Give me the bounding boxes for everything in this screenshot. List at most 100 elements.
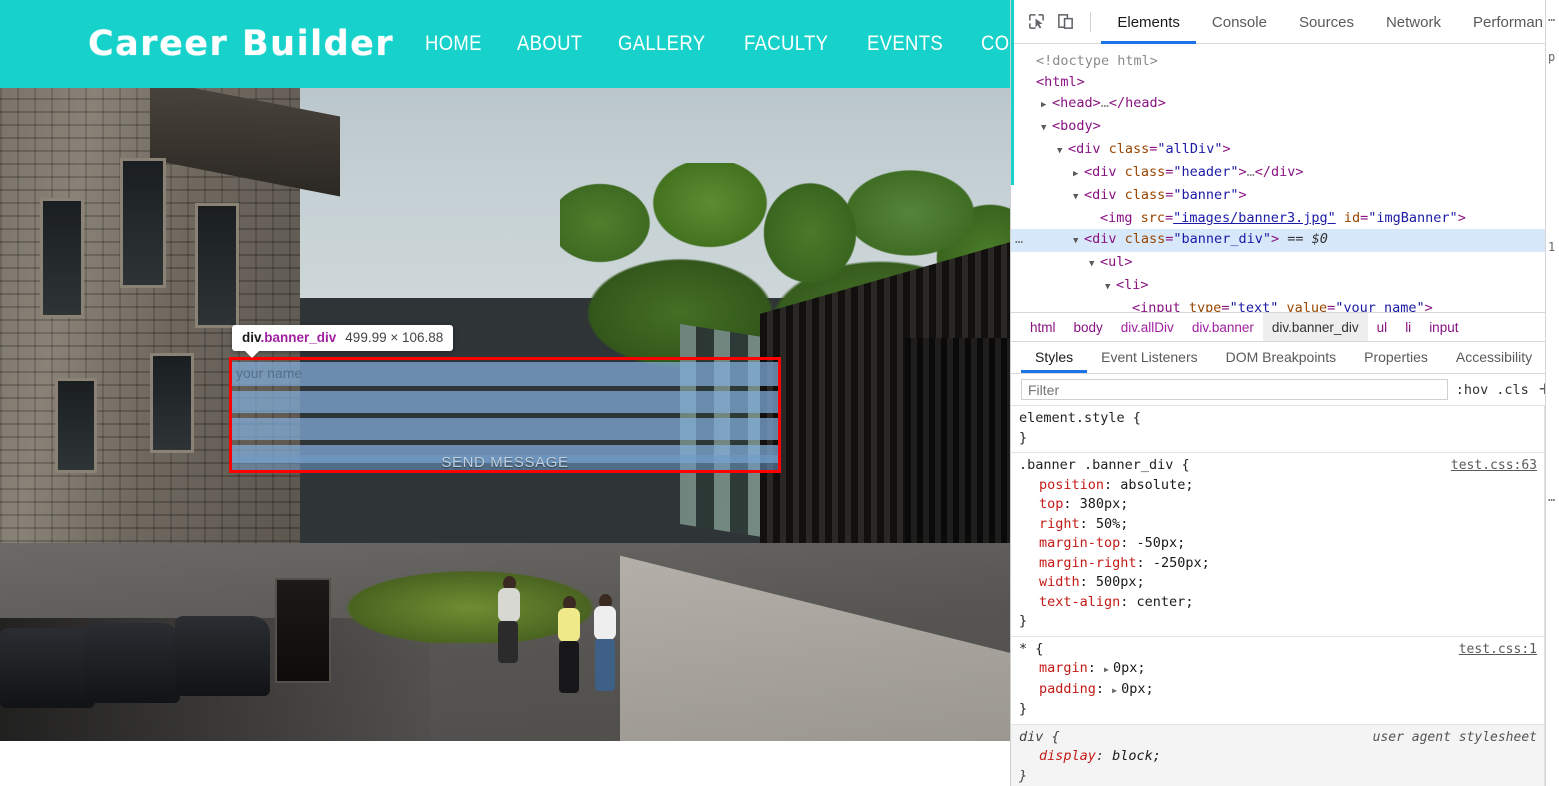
chevron-right-icon[interactable]: ▶ xyxy=(1073,164,1084,185)
css-property-value[interactable]: 50%; xyxy=(1096,516,1129,532)
field-3-overlay[interactable] xyxy=(232,418,778,440)
site-logo[interactable]: Career Builder xyxy=(88,24,394,64)
tab-properties[interactable]: Properties xyxy=(1350,342,1442,373)
dom-node-row[interactable]: ▼ <ul> xyxy=(1011,252,1559,275)
nav-item-gallery[interactable]: GALLERY xyxy=(618,32,705,56)
tab-sources[interactable]: Sources xyxy=(1283,1,1370,44)
breadcrumb-item[interactable]: html xyxy=(1021,313,1065,341)
css-property-name[interactable]: padding xyxy=(1039,681,1096,697)
chevron-down-icon[interactable]: ▼ xyxy=(1041,118,1052,139)
nav-item-contact[interactable]: CONTACT xyxy=(981,32,1010,56)
dom-tree[interactable]: <!doctype html> <html> ▶ <head>…</head> ▼ <bo… xyxy=(1011,44,1559,312)
css-rule-source-link[interactable]: test.css:63 xyxy=(1451,456,1537,476)
styles-rules-list: element.style {} test.css:63 .banner .bann… xyxy=(1011,406,1559,786)
tab-styles[interactable]: Styles xyxy=(1021,342,1087,373)
tab-network[interactable]: Network xyxy=(1370,1,1457,44)
name-input-overlay[interactable]: your name xyxy=(232,362,778,386)
css-rule[interactable]: test.css:1 * {margin: ▶ 0px; padding: ▶ 0px;… xyxy=(1011,637,1559,725)
css-rule[interactable]: user agent stylesheet div {display: block… xyxy=(1011,724,1559,786)
dom-node-row[interactable]: ▼ <body> xyxy=(1011,116,1559,139)
breadcrumb-item[interactable]: ul xyxy=(1368,313,1397,341)
css-property-name[interactable]: right xyxy=(1039,516,1080,532)
tab-elements[interactable]: Elements xyxy=(1101,1,1196,44)
dom-node-row[interactable]: <!doctype html> xyxy=(1011,51,1559,72)
css-property-name[interactable]: display xyxy=(1039,748,1096,764)
css-property-name[interactable]: width xyxy=(1039,574,1080,590)
css-property-value[interactable]: block; xyxy=(1112,748,1161,764)
css-selector[interactable]: element.style { xyxy=(1011,409,1559,429)
css-rule[interactable]: test.css:63 .banner .banner_div {position… xyxy=(1011,453,1559,637)
dom-node-row[interactable]: ▼ <div class="allDiv"> xyxy=(1011,139,1559,162)
css-declaration[interactable]: margin-top: -50px; xyxy=(1011,534,1559,554)
hover-state-button[interactable]: :hov xyxy=(1456,382,1489,398)
dom-node-row[interactable]: … ▼ <div class="banner_div"> == $0 xyxy=(1011,229,1559,252)
nav-item-about[interactable]: ABOUT xyxy=(517,32,582,56)
css-property-name[interactable]: text-align xyxy=(1039,594,1120,610)
css-property-value[interactable]: -50px; xyxy=(1137,535,1186,551)
highlighted-banner-div[interactable]: your name SEND MESSAGE xyxy=(229,357,781,473)
breadcrumb-item[interactable]: div.banner xyxy=(1183,313,1263,341)
class-editor-button[interactable]: .cls xyxy=(1496,382,1529,398)
css-declaration[interactable]: margin: ▶ 0px; xyxy=(1011,659,1559,680)
nav-item-faculty[interactable]: FACULTY xyxy=(744,32,828,56)
field-2-overlay[interactable] xyxy=(232,391,778,413)
dom-token: class xyxy=(1124,231,1166,247)
device-toolbar-icon[interactable] xyxy=(1054,9,1076,35)
css-rule-close-brace: } xyxy=(1019,701,1028,717)
css-property-value[interactable]: 0px; xyxy=(1113,660,1146,676)
dom-node-row[interactable]: ▶ <head>…</head> xyxy=(1011,93,1559,116)
tab-event-listeners[interactable]: Event Listeners xyxy=(1087,342,1212,373)
nav-item-events[interactable]: EVENTS xyxy=(867,32,943,56)
css-declaration[interactable]: right: 50%; xyxy=(1011,515,1559,535)
css-property-name[interactable]: top xyxy=(1039,496,1063,512)
styles-filter-input[interactable] xyxy=(1021,379,1448,400)
chevron-down-icon[interactable]: ▼ xyxy=(1089,254,1100,275)
tab-console[interactable]: Console xyxy=(1196,1,1283,44)
breadcrumb-item[interactable]: div.banner_div xyxy=(1262,313,1368,341)
css-declaration[interactable]: top: 380px; xyxy=(1011,495,1559,515)
css-property-name[interactable]: margin-right xyxy=(1039,555,1137,571)
tab-accessibility[interactable]: Accessibility xyxy=(1442,342,1546,373)
nav-item-home[interactable]: HOME xyxy=(425,32,482,56)
chevron-down-icon[interactable]: ▼ xyxy=(1057,141,1068,162)
css-declaration[interactable]: position: absolute; xyxy=(1011,476,1559,496)
dom-node-row[interactable]: <html> xyxy=(1011,72,1559,93)
chevron-down-icon[interactable]: ▼ xyxy=(1105,277,1116,298)
css-declaration[interactable]: padding: ▶ 0px; xyxy=(1011,680,1559,701)
chevron-right-icon[interactable]: ▶ xyxy=(1041,95,1052,116)
chevron-down-icon[interactable]: ▼ xyxy=(1073,187,1084,208)
inspect-element-icon[interactable] xyxy=(1025,9,1047,35)
css-property-value[interactable]: -250px; xyxy=(1153,555,1210,571)
tab-performance[interactable]: Performan xyxy=(1457,1,1559,44)
breadcrumb-item[interactable]: div.allDiv xyxy=(1112,313,1183,341)
chevron-down-icon[interactable]: ▼ xyxy=(1073,231,1084,252)
dom-node-row[interactable]: ▼ <li> xyxy=(1011,275,1559,298)
dom-node-row[interactable]: <img src="images/banner3.jpg" id="imgBan… xyxy=(1011,208,1559,229)
expand-shorthand-icon[interactable]: ▶ xyxy=(1112,681,1121,701)
css-property-value[interactable]: 380px; xyxy=(1080,496,1129,512)
expand-shorthand-icon[interactable]: ▶ xyxy=(1104,660,1113,680)
css-property-value[interactable]: 500px; xyxy=(1096,574,1145,590)
tab-dom-breakpoints[interactable]: DOM Breakpoints xyxy=(1212,342,1350,373)
dom-node-row[interactable]: ▶ <div class="header">…</div> xyxy=(1011,162,1559,185)
css-property-name[interactable]: margin xyxy=(1039,660,1088,676)
css-declaration[interactable]: width: 500px; xyxy=(1011,573,1559,593)
css-property-value[interactable]: 0px; xyxy=(1121,681,1154,697)
breadcrumb-item[interactable]: li xyxy=(1396,313,1420,341)
dom-node-row[interactable]: <input type="text" value="your name"> xyxy=(1011,298,1559,312)
dom-node-row[interactable]: ▼ <div class="banner"> xyxy=(1011,185,1559,208)
send-message-label[interactable]: SEND MESSAGE xyxy=(232,455,778,470)
css-rule[interactable]: element.style {} xyxy=(1011,406,1559,453)
css-rule-source-link[interactable]: test.css:1 xyxy=(1459,640,1537,660)
css-property-name[interactable]: position xyxy=(1039,477,1104,493)
css-declaration[interactable]: display: block; xyxy=(1011,747,1559,767)
css-property-name[interactable]: margin-top xyxy=(1039,535,1120,551)
breadcrumb-item[interactable]: body xyxy=(1065,313,1112,341)
css-property-value[interactable]: center; xyxy=(1137,594,1194,610)
css-declaration[interactable]: margin-right: -250px; xyxy=(1011,554,1559,574)
css-property-value[interactable]: absolute; xyxy=(1120,477,1193,493)
dom-token[interactable]: "images/banner3.jpg" xyxy=(1173,210,1336,226)
breadcrumb-item[interactable]: input xyxy=(1420,313,1467,341)
css-declaration[interactable]: text-align: center; xyxy=(1011,593,1559,613)
dom-token: > xyxy=(1222,141,1231,157)
